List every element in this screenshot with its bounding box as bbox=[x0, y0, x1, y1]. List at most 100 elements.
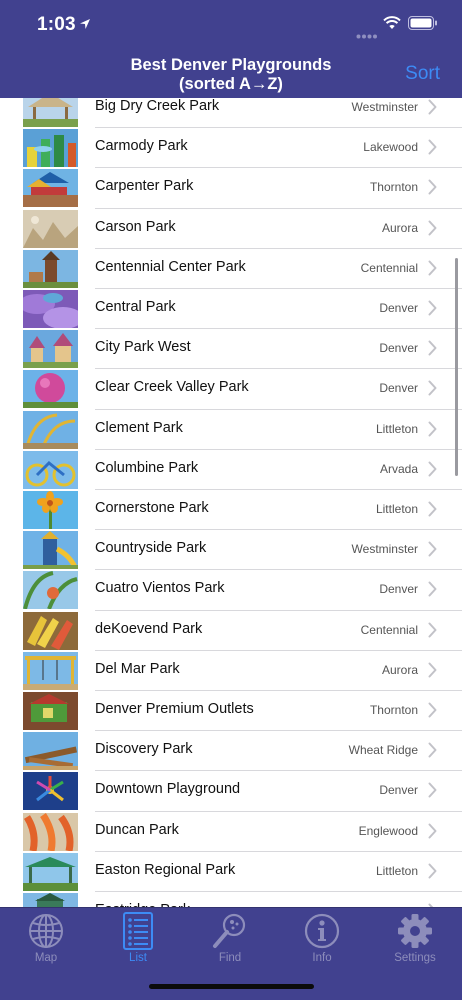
chevron-right-icon bbox=[428, 300, 437, 321]
chevron-right-icon bbox=[428, 501, 437, 522]
list-item[interactable]: Eastridge Park bbox=[0, 892, 462, 907]
playground-city: Denver bbox=[379, 381, 418, 396]
playground-thumbnail bbox=[23, 370, 78, 409]
list-item[interactable]: Cornerstone Park Littleton bbox=[0, 490, 462, 531]
playground-thumbnail bbox=[23, 410, 78, 449]
chevron-right-icon bbox=[428, 99, 437, 120]
status-bar: 1:03 bbox=[0, 0, 462, 50]
chevron-right-icon bbox=[428, 380, 437, 401]
page-title-line2: (sorted A→Z) bbox=[179, 75, 283, 93]
playground-city: Littleton bbox=[375, 863, 418, 878]
playground-city: Thornton bbox=[369, 180, 418, 195]
playground-name: Big Dry Creek Park bbox=[95, 98, 220, 114]
playground-city: Denver bbox=[379, 341, 418, 356]
playground-name: Denver Premium Outlets bbox=[95, 701, 254, 717]
playground-city: Centennial bbox=[360, 260, 418, 275]
playground-list[interactable]: Big Dry Creek Park Westminster Carmody P… bbox=[0, 98, 462, 907]
list-item[interactable]: deKoevend Park Centennial bbox=[0, 611, 462, 651]
chevron-right-icon bbox=[428, 340, 437, 361]
chevron-right-icon bbox=[428, 782, 437, 803]
list-item[interactable]: Centennial Center Park Centennial bbox=[0, 249, 462, 289]
playground-thumbnail bbox=[23, 249, 78, 288]
list-item[interactable]: Big Dry Creek Park Westminster bbox=[0, 98, 462, 129]
playground-name: Downtown Playground bbox=[95, 781, 241, 798]
chevron-right-icon bbox=[428, 622, 437, 643]
list-item[interactable]: Carpenter Park Thornton bbox=[0, 168, 462, 209]
list-item[interactable]: Denver Premium Outlets Thornton bbox=[0, 691, 462, 732]
chevron-right-icon bbox=[428, 260, 437, 281]
tab-settings[interactable]: Settings bbox=[380, 912, 450, 964]
list-item[interactable]: Central Park Denver bbox=[0, 289, 462, 330]
home-indicator[interactable] bbox=[149, 984, 314, 989]
sort-button[interactable]: Sort bbox=[405, 63, 440, 85]
playground-thumbnail bbox=[23, 692, 78, 730]
chevron-right-icon bbox=[428, 461, 437, 482]
playground-name: Carmody Park bbox=[95, 138, 188, 155]
list-item[interactable]: Columbine Park Arvada bbox=[0, 450, 462, 490]
list-item[interactable]: Duncan Park Englewood bbox=[0, 812, 462, 852]
chevron-right-icon bbox=[428, 742, 437, 763]
playground-thumbnail bbox=[23, 531, 78, 570]
page-title: Best Denver Playgrounds (sorted A→Z) bbox=[100, 56, 362, 94]
tab-label: List bbox=[129, 952, 147, 964]
list-item[interactable]: Countryside Park Westminster bbox=[0, 530, 462, 571]
playground-city: Denver bbox=[379, 301, 418, 315]
playground-thumbnail bbox=[23, 169, 78, 208]
playground-city: Centennial bbox=[360, 622, 418, 637]
playground-thumbnail bbox=[23, 893, 78, 907]
magnifier-icon bbox=[195, 912, 265, 952]
info-icon bbox=[287, 912, 357, 952]
playground-thumbnail bbox=[23, 290, 78, 328]
list-item[interactable]: Clear Creek Valley Park Denver bbox=[0, 369, 462, 410]
playground-name: Clear Creek Valley Park bbox=[95, 379, 249, 396]
chevron-right-icon bbox=[428, 541, 437, 562]
playground-thumbnail bbox=[23, 209, 78, 248]
playground-name: Discovery Park bbox=[95, 741, 193, 758]
list-item[interactable]: Downtown Playground Denver bbox=[0, 771, 462, 812]
chevron-right-icon bbox=[428, 823, 437, 844]
list-item[interactable]: Carmody Park Lakewood bbox=[0, 128, 462, 169]
playground-city: Denver bbox=[379, 582, 418, 597]
list-item[interactable]: Clement Park Littleton bbox=[0, 410, 462, 450]
signal-dots-icon bbox=[356, 26, 378, 44]
playground-thumbnail bbox=[23, 450, 78, 489]
list-icon bbox=[103, 912, 173, 952]
playground-thumbnail bbox=[23, 129, 78, 168]
playground-thumbnail bbox=[23, 330, 78, 369]
chevron-right-icon bbox=[428, 662, 437, 683]
tab-label: Find bbox=[218, 952, 242, 964]
battery-icon bbox=[408, 16, 438, 36]
scroll-indicator[interactable] bbox=[455, 258, 458, 476]
chevron-right-icon bbox=[428, 863, 437, 884]
list-item[interactable]: Carson Park Aurora bbox=[0, 209, 462, 249]
playground-name: Del Mar Park bbox=[95, 660, 180, 677]
playground-name: Centennial Center Park bbox=[95, 258, 246, 275]
playground-city: Aurora bbox=[381, 662, 418, 677]
playground-thumbnail bbox=[23, 812, 78, 851]
list-item[interactable]: Discovery Park Wheat Ridge bbox=[0, 731, 462, 772]
tab-label: Map bbox=[34, 952, 58, 964]
list-item[interactable]: Cuatro Vientos Park Denver bbox=[0, 570, 462, 611]
location-arrow-icon bbox=[79, 17, 91, 35]
gear-icon bbox=[380, 912, 450, 952]
tab-info[interactable]: Info bbox=[287, 912, 357, 964]
playground-city: Littleton bbox=[375, 502, 418, 516]
tab-list[interactable]: List bbox=[103, 912, 173, 964]
list-item[interactable]: Del Mar Park Aurora bbox=[0, 651, 462, 691]
playground-thumbnail bbox=[23, 852, 78, 891]
page-title-line1: Best Denver Playgrounds bbox=[130, 56, 332, 74]
tab-find[interactable]: Find bbox=[195, 912, 265, 964]
playground-thumbnail bbox=[23, 772, 78, 811]
list-item[interactable]: Easton Regional Park Littleton bbox=[0, 852, 462, 892]
playground-city: Arvada bbox=[379, 461, 418, 476]
playground-thumbnail bbox=[23, 732, 78, 771]
status-time: 1:03 bbox=[37, 14, 76, 35]
playground-city: Westminster bbox=[351, 542, 418, 557]
playground-name: Central Park bbox=[95, 299, 176, 315]
playground-thumbnail bbox=[23, 651, 78, 690]
tab-map[interactable]: Map bbox=[11, 912, 81, 964]
list-item[interactable]: City Park West Denver bbox=[0, 329, 462, 370]
tab-label: Info bbox=[312, 952, 332, 964]
playground-name: Countryside Park bbox=[95, 540, 207, 557]
navigation-bar: 1:03 Best Denver Playgrounds (sorted A→Z… bbox=[0, 0, 462, 98]
